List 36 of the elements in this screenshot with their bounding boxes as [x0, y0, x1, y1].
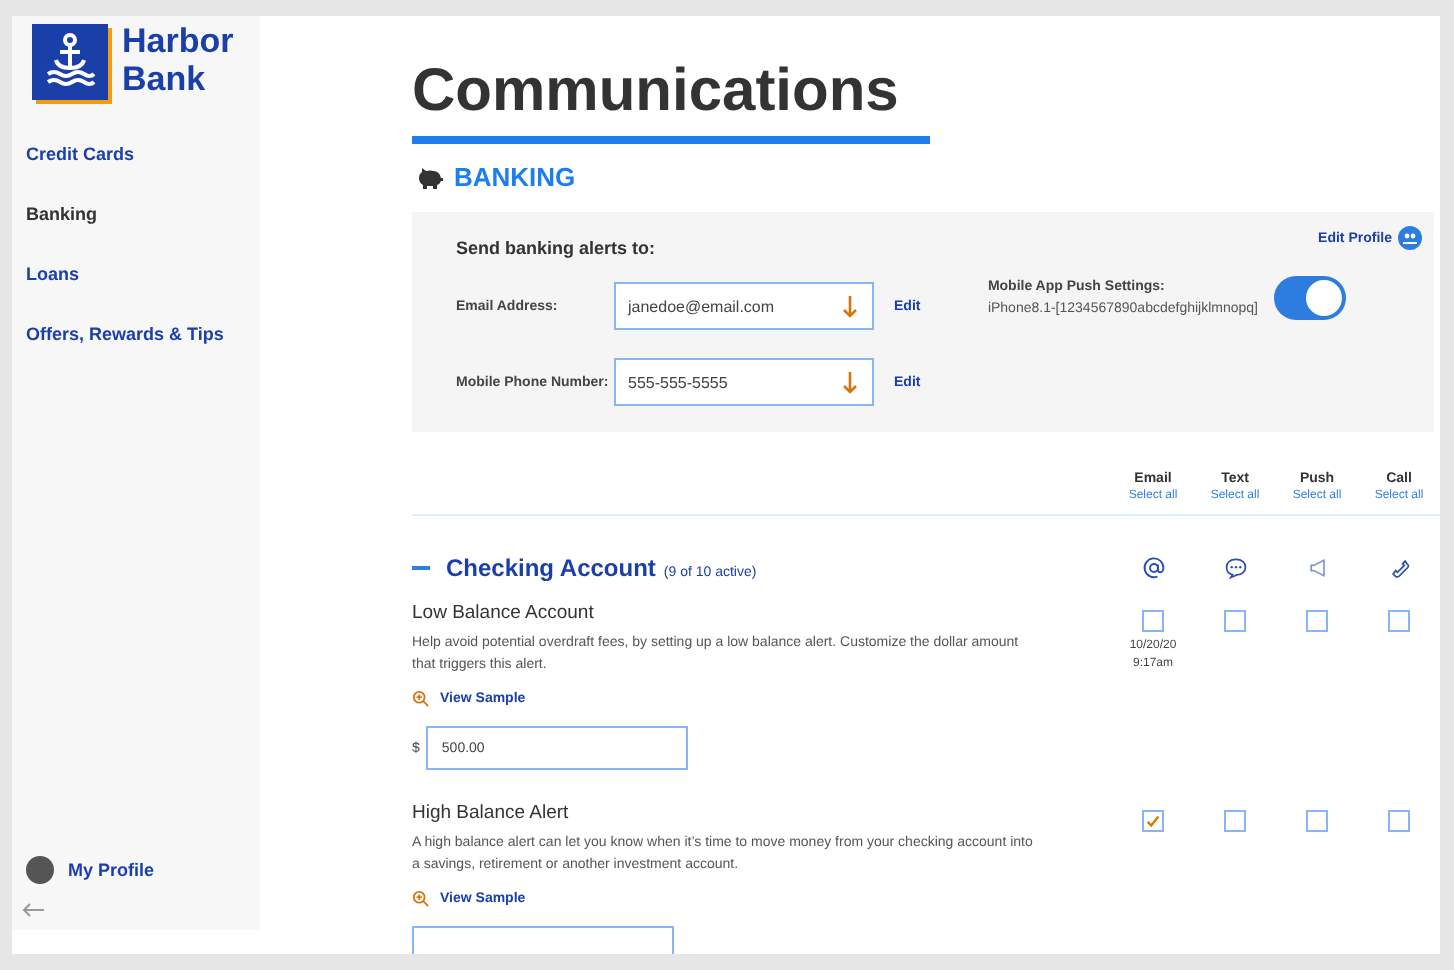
- checkbox[interactable]: [1388, 810, 1410, 832]
- people-icon: [1398, 226, 1422, 250]
- piggy-bank-icon: [416, 165, 444, 189]
- alert-title: High Balance Alert: [412, 802, 571, 826]
- my-profile-link[interactable]: My Profile: [68, 860, 155, 880]
- anchor-logo-icon: [32, 24, 108, 100]
- group-title: Checking Account: [446, 554, 656, 582]
- nav-item[interactable]: Loans: [26, 262, 80, 322]
- nav-item[interactable]: Offers, Rewards & Tips: [26, 322, 224, 382]
- panel-heading: Send banking alerts to:: [456, 238, 658, 258]
- avatar: [26, 856, 54, 884]
- checkbox[interactable]: [1306, 810, 1328, 832]
- alert-title: Low Balance Account: [412, 602, 596, 626]
- down-arrow-icon: [842, 294, 858, 318]
- checkbox[interactable]: [1142, 610, 1164, 632]
- push-toggle[interactable]: [1274, 276, 1346, 320]
- dropdown-field[interactable]: 555-555-5555: [614, 358, 874, 406]
- down-arrow-icon: [842, 370, 858, 394]
- checkbox[interactable]: [1224, 810, 1246, 832]
- nav-item[interactable]: Banking: [26, 202, 98, 262]
- zoom-in-icon: [412, 890, 430, 908]
- nav-item[interactable]: Credit Cards: [26, 142, 135, 202]
- page-title: Communications: [412, 56, 901, 128]
- zoom-in-icon: [412, 690, 430, 708]
- chat-bubble-icon: [1223, 556, 1247, 580]
- bank-name: Harbor Bank: [122, 22, 236, 98]
- at-sign-icon: [1141, 556, 1165, 580]
- dropdown-field[interactable]: janedoe@email.com: [614, 282, 874, 330]
- megaphone-icon: [1305, 556, 1329, 580]
- section-title: BANKING: [454, 162, 576, 192]
- checkbox[interactable]: [1224, 610, 1246, 632]
- checkbox[interactable]: [1142, 810, 1164, 832]
- checkbox[interactable]: [1388, 610, 1410, 632]
- back-arrow-icon[interactable]: [22, 902, 46, 918]
- phone-icon: [1387, 556, 1411, 580]
- checkbox[interactable]: [1306, 610, 1328, 632]
